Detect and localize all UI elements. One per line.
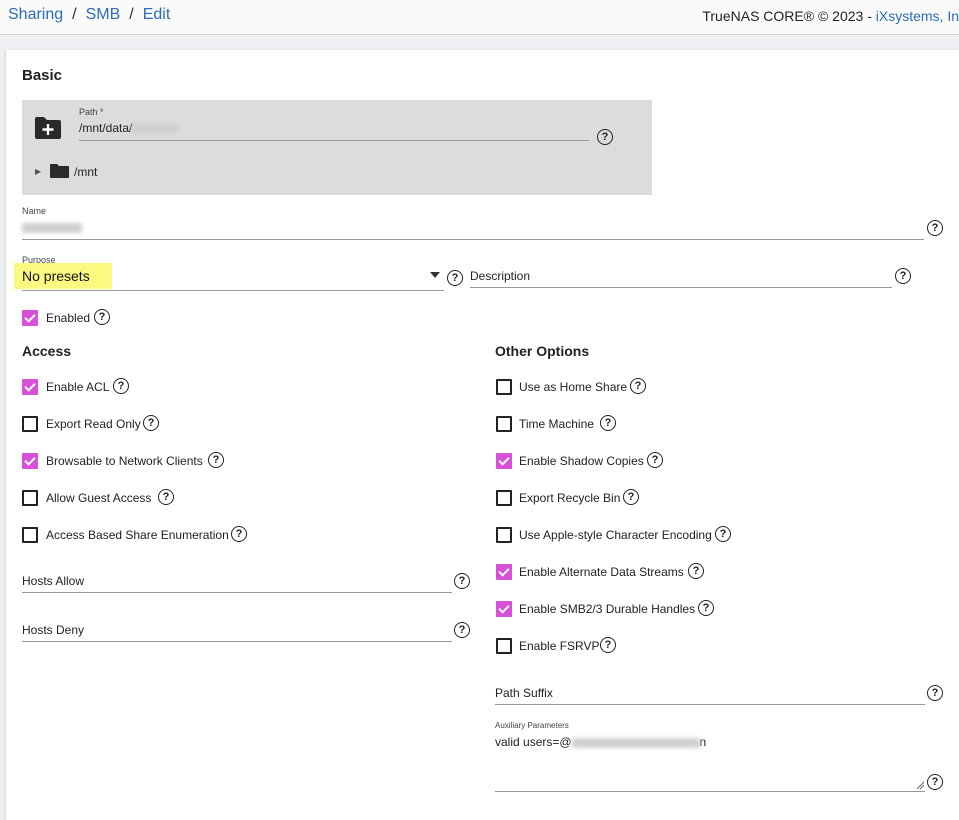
help-icon[interactable]: ?: [158, 489, 174, 505]
checkbox-label: Allow Guest Access: [46, 491, 152, 505]
checkbox-label: Enable Alternate Data Streams: [519, 565, 684, 579]
help-icon[interactable]: ?: [454, 622, 470, 638]
breadcrumb-separator: /: [72, 6, 77, 23]
checkbox-label: Enable SMB2/3 Durable Handles: [519, 602, 696, 616]
help-icon[interactable]: ?: [895, 268, 911, 284]
redacted-text: [132, 123, 179, 134]
checkbox-label: Export Recycle Bin: [519, 491, 621, 505]
checkbox-label: Time Machine: [519, 417, 594, 431]
time-machine-checkbox[interactable]: [496, 416, 512, 432]
apple-encoding-checkbox[interactable]: [496, 527, 512, 543]
checkbox-label: Access Based Share Enumeration: [46, 528, 229, 542]
name-label: Name: [22, 206, 47, 216]
purpose-select[interactable]: No presets: [22, 268, 90, 284]
enabled-label: Enabled: [46, 311, 91, 325]
breadcrumb-separator: /: [129, 6, 134, 23]
help-icon[interactable]: ?: [447, 270, 463, 286]
alternate-streams-checkbox[interactable]: [496, 564, 512, 580]
recycle-bin-checkbox[interactable]: [496, 490, 512, 506]
breadcrumb-edit: Edit: [142, 6, 171, 23]
redacted-text: [22, 223, 82, 234]
help-icon[interactable]: ?: [208, 452, 224, 468]
dropdown-arrow-icon[interactable]: [430, 272, 440, 278]
checkbox-label: Enable ACL: [46, 380, 110, 394]
add-folder-icon[interactable]: [33, 115, 63, 141]
hosts-allow-input[interactable]: Hosts Allow: [22, 574, 84, 588]
enabled-checkbox[interactable]: [22, 310, 38, 326]
expand-triangle-icon[interactable]: ▶: [35, 167, 41, 176]
breadcrumb: Sharing / SMB / Edit: [8, 6, 170, 24]
smb-edit-form: Basic Path * /mnt/data/ ? ▶ /mnt Name ? …: [6, 50, 959, 820]
help-icon[interactable]: ?: [927, 774, 943, 790]
shadow-copies-checkbox[interactable]: [496, 453, 512, 469]
other-options-section-title: Other Options: [495, 343, 590, 359]
path-input[interactable]: /mnt/data/: [79, 121, 179, 135]
help-icon[interactable]: ?: [698, 600, 714, 616]
hosts-deny-input[interactable]: Hosts Deny: [22, 623, 84, 637]
checkbox-label: Enable FSRVP: [519, 639, 600, 653]
abe-checkbox[interactable]: [22, 527, 38, 543]
breadcrumb-smb[interactable]: SMB: [86, 6, 121, 23]
checkbox-label: Export Read Only: [46, 417, 141, 431]
path-suffix-input[interactable]: Path Suffix: [495, 686, 553, 700]
enable-acl-checkbox[interactable]: [22, 379, 38, 395]
name-input[interactable]: [22, 218, 922, 238]
durable-handles-checkbox[interactable]: [496, 601, 512, 617]
help-icon[interactable]: ?: [94, 309, 110, 325]
path-explorer: Path * /mnt/data/ ? ▶ /mnt: [22, 100, 652, 195]
help-icon[interactable]: ?: [231, 526, 247, 542]
tree-node-mnt[interactable]: /mnt: [74, 165, 97, 179]
basic-section-title: Basic: [22, 67, 63, 84]
aux-params-textarea[interactable]: valid users=@ n: [495, 735, 706, 749]
checkbox-label: Browsable to Network Clients: [46, 454, 203, 468]
path-label: Path *: [79, 107, 104, 117]
help-icon[interactable]: ?: [647, 452, 663, 468]
home-share-checkbox[interactable]: [496, 379, 512, 395]
folder-icon: [50, 164, 69, 178]
breadcrumb-sharing[interactable]: Sharing: [8, 6, 63, 23]
aux-params-label: Auxiliary Parameters: [495, 721, 569, 730]
description-input[interactable]: Description: [470, 269, 530, 283]
export-read-only-checkbox[interactable]: [22, 416, 38, 432]
top-bar: Sharing / SMB / Edit TrueNAS CORE® © 2023 - …: [0, 0, 959, 35]
company-link[interactable]: iXsystems, In: [876, 8, 959, 24]
checkbox-label: Use Apple-style Character Encoding: [519, 528, 712, 542]
help-icon[interactable]: ?: [927, 685, 943, 701]
checkbox-label: Use as Home Share: [519, 380, 628, 394]
help-icon[interactable]: ?: [597, 129, 613, 145]
guest-access-checkbox[interactable]: [22, 490, 38, 506]
browsable-checkbox[interactable]: [22, 453, 38, 469]
help-icon[interactable]: ?: [715, 526, 731, 542]
help-icon[interactable]: ?: [113, 378, 129, 394]
access-section-title: Access: [22, 343, 72, 359]
help-icon[interactable]: ?: [630, 378, 646, 394]
help-icon[interactable]: ?: [143, 415, 159, 431]
help-icon[interactable]: ?: [688, 563, 704, 579]
help-icon[interactable]: ?: [623, 489, 639, 505]
copyright: TrueNAS CORE® © 2023 - iXsystems, In: [702, 8, 959, 24]
checkbox-label: Enable Shadow Copies: [519, 454, 644, 468]
help-icon[interactable]: ?: [600, 415, 616, 431]
resize-handle-icon[interactable]: [916, 781, 925, 790]
help-icon[interactable]: ?: [454, 573, 470, 589]
redacted-text: [571, 737, 700, 748]
fsrvp-checkbox[interactable]: [496, 638, 512, 654]
help-icon[interactable]: ?: [600, 637, 616, 653]
help-icon[interactable]: ?: [927, 220, 943, 236]
